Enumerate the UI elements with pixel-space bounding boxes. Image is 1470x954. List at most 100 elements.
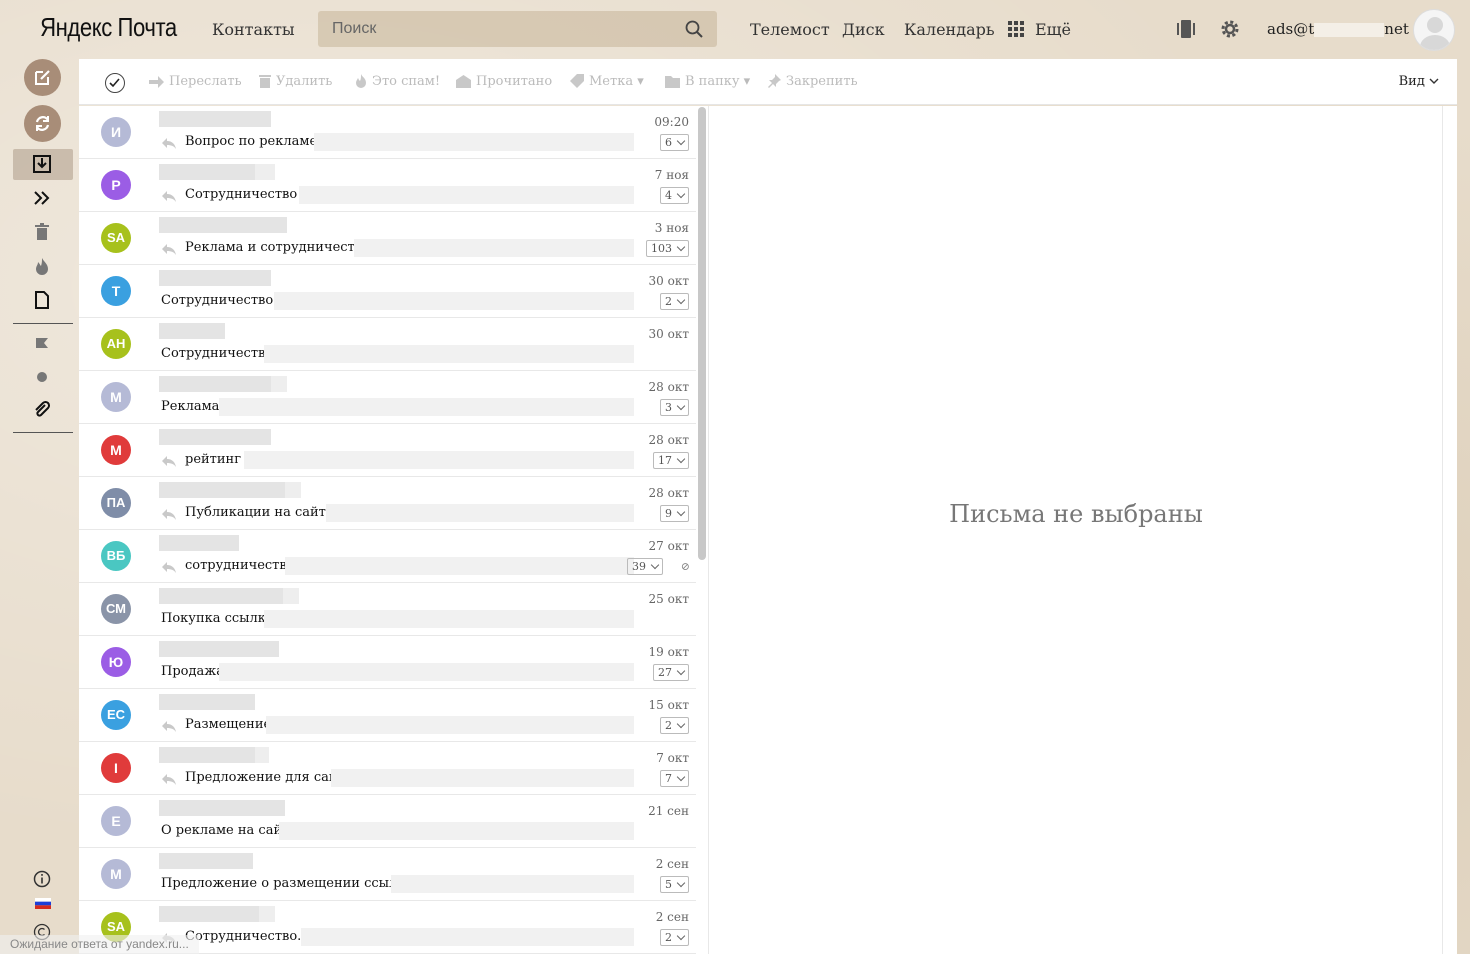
sender-avatar[interactable]: М (101, 859, 131, 889)
message-subject[interactable]: О рекламе на сайте (161, 823, 297, 838)
message-row[interactable]: СМ Покупка ссылки 25 окт (79, 583, 696, 636)
sender-name-redacted (255, 164, 275, 180)
move-to-folder-dropdown[interactable]: В папку ▾ (665, 74, 750, 89)
settings-gear-icon[interactable] (1219, 18, 1241, 40)
message-row[interactable]: ПА Публикации на сайте 28 окт 9 (79, 477, 696, 530)
thread-count-toggle[interactable]: 2 (660, 293, 689, 310)
refresh-button[interactable] (24, 105, 61, 142)
sender-avatar[interactable]: Ю (101, 647, 131, 677)
sender-avatar[interactable]: I (101, 753, 131, 783)
nav-calendar[interactable]: Календарь (904, 20, 995, 39)
spam-button[interactable]: Это спам! (355, 74, 440, 89)
spam-icon[interactable] (32, 256, 52, 276)
sender-avatar[interactable]: Р (101, 170, 131, 200)
forward-button[interactable]: Переслать (149, 74, 242, 89)
message-row[interactable]: Ю Продажа 19 окт 27 (79, 636, 696, 689)
nav-contacts[interactable]: Контакты (212, 20, 295, 39)
russian-flag-icon[interactable] (35, 898, 51, 909)
sender-avatar[interactable]: Т (101, 276, 131, 306)
message-subject[interactable]: Сотрудничество (185, 187, 297, 202)
thread-count-toggle[interactable]: 27 (653, 664, 689, 681)
nav-telemost[interactable]: Телемост (750, 20, 830, 39)
message-row[interactable]: АН Сотрудничество с 30 окт (79, 318, 696, 371)
compose-button[interactable] (24, 59, 61, 96)
sender-avatar[interactable]: АН (101, 329, 131, 359)
user-email[interactable]: ads@t net (1267, 20, 1409, 38)
message-subject[interactable]: Продажа (161, 664, 224, 679)
attachment-icon[interactable] (32, 400, 52, 420)
sender-avatar[interactable]: ВБ (101, 541, 131, 571)
sender-avatar[interactable]: И (101, 117, 131, 147)
user-avatar[interactable] (1413, 9, 1455, 51)
unread-dot-icon[interactable] (32, 367, 52, 387)
message-subject[interactable]: сотрудничество (185, 558, 295, 573)
message-subject[interactable]: рейтинг (185, 452, 241, 467)
delete-button[interactable]: Удалить (259, 74, 332, 89)
message-row[interactable]: Е О рекламе на сайте 21 сен (79, 795, 696, 848)
select-all-checkbox[interactable] (105, 73, 125, 93)
message-row[interactable]: ВБ сотрудничество 27 окт 39 ⊘ (79, 530, 696, 583)
no-message-selected-text: Письма не выбраны (949, 500, 1203, 528)
info-icon[interactable] (33, 870, 51, 888)
message-subject[interactable]: Вопрос по рекламе (185, 134, 317, 149)
yandex-mail-logo[interactable]: Яндекс Почта (28, 12, 189, 43)
sender-avatar[interactable]: Е (101, 806, 131, 836)
message-row[interactable]: ЕС Размещение 15 окт 2 (79, 689, 696, 742)
thread-count-toggle[interactable]: 103 (646, 240, 689, 257)
thread-count-toggle[interactable]: 5 (660, 876, 689, 893)
view-dropdown[interactable]: Вид (1399, 74, 1439, 89)
nav-more[interactable]: Ещё (1035, 20, 1071, 39)
sender-avatar[interactable]: ЕС (101, 700, 131, 730)
mark-read-button[interactable]: Прочитано (456, 74, 552, 89)
flag-icon[interactable] (32, 335, 52, 355)
nav-disk[interactable]: Диск (842, 20, 885, 39)
thread-count-toggle[interactable]: 39 (627, 558, 663, 575)
sender-name-redacted (159, 270, 271, 286)
message-subject[interactable]: Реклама и сотрудничество (185, 240, 370, 255)
message-subject[interactable]: Предложение о размещении ссылки (161, 876, 414, 891)
message-subject[interactable]: Публикации на сайте (185, 505, 334, 520)
thread-count-toggle[interactable]: 2 (660, 717, 689, 734)
message-row[interactable]: SA Реклама и сотрудничество 3 ноя 103 (79, 212, 696, 265)
message-row[interactable]: М Реклама 28 окт 3 (79, 371, 696, 424)
search-box[interactable] (318, 11, 717, 47)
inbox-icon[interactable] (32, 154, 52, 174)
thread-count-toggle[interactable]: 9 (660, 505, 689, 522)
message-subject[interactable]: Покупка ссылки (161, 611, 275, 626)
sender-avatar[interactable]: ПА (101, 488, 131, 518)
thread-count-toggle[interactable]: 7 (660, 770, 689, 787)
thread-count-toggle[interactable]: 4 (660, 187, 689, 204)
drafts-icon[interactable] (32, 290, 52, 310)
message-row[interactable]: Мрейтинг 28 окт 17 (79, 424, 696, 477)
sender-avatar[interactable]: М (101, 435, 131, 465)
pin-button[interactable]: Закрепить (767, 74, 858, 89)
message-subject[interactable]: Размещение (185, 717, 271, 732)
message-subject[interactable]: Реклама (161, 399, 219, 414)
thread-count-toggle[interactable]: 17 (653, 452, 689, 469)
attachment-clip-icon[interactable]: ⊘ (681, 560, 690, 573)
message-date: 7 окт (656, 751, 689, 765)
message-row[interactable]: Т Сотрудничество 30 окт 2 (79, 265, 696, 318)
message-row[interactable]: I Предложение для сайта 7 окт 7 (79, 742, 696, 795)
sender-avatar[interactable]: SA (101, 223, 131, 253)
scrollbar-thumb[interactable] (698, 107, 706, 560)
replied-arrow-icon (162, 138, 176, 149)
search-icon[interactable] (685, 20, 703, 38)
label-dropdown[interactable]: Метка ▾ (570, 74, 644, 89)
apps-grid-icon[interactable] (1007, 20, 1025, 38)
thread-count-toggle[interactable]: 3 (660, 399, 689, 416)
message-row[interactable]: Р Сотрудничество 7 ноя 4 (79, 159, 696, 212)
message-subject[interactable]: Сотрудничество. (185, 929, 301, 944)
trash-icon[interactable] (32, 222, 52, 242)
search-input[interactable] (318, 11, 678, 47)
sent-icon[interactable] (32, 188, 52, 208)
thread-count-toggle[interactable]: 6 (660, 134, 689, 151)
message-subject[interactable]: Сотрудничество (161, 293, 273, 308)
sender-avatar[interactable]: СМ (101, 594, 131, 624)
message-row[interactable]: М Предложение о размещении ссылки 2 сен 5 (79, 848, 696, 901)
thread-count-toggle[interactable]: 2 (660, 929, 689, 946)
message-row[interactable]: И Вопрос по рекламе 09:20 6 (79, 106, 696, 159)
themes-icon[interactable] (1175, 18, 1197, 40)
message-subject[interactable]: Предложение для сайта (185, 770, 352, 785)
sender-avatar[interactable]: М (101, 382, 131, 412)
